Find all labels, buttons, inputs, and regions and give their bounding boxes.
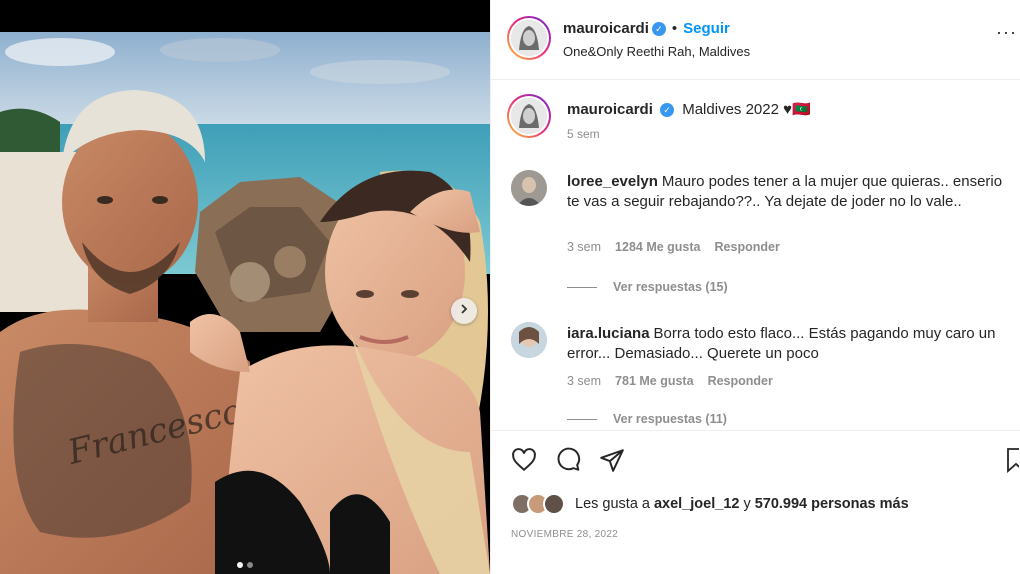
commenter-username[interactable]: iara.luciana — [567, 325, 650, 342]
next-photo-button[interactable] — [451, 298, 477, 324]
post-details-panel: mauroicardi ✓ • Seguir One&Only Reethi R… — [490, 0, 1020, 574]
likes-summary[interactable]: Les gusta a axel_joel_12 y 570.994 perso… — [511, 493, 909, 515]
heart-icon[interactable] — [511, 447, 537, 473]
separator-dot: • — [671, 20, 678, 37]
likes-count[interactable]: 570.994 personas más — [755, 496, 909, 512]
verified-icon: ✓ — [660, 103, 675, 118]
commenter-username[interactable]: loree_evelyn — [567, 173, 658, 190]
view-replies-label: Ver respuestas (11) — [613, 412, 727, 426]
comment-time[interactable]: 3 sem — [567, 374, 601, 388]
post-actions: Les gusta a axel_joel_12 y 570.994 perso… — [491, 430, 1020, 570]
post-date[interactable]: NOVIEMBRE 28, 2022 — [511, 529, 618, 540]
reply-button[interactable]: Responder — [715, 240, 780, 254]
comment-icon[interactable] — [555, 447, 581, 473]
caption-time[interactable]: 5 sem — [567, 127, 600, 141]
view-replies-label: Ver respuestas (15) — [613, 280, 728, 294]
author-avatar[interactable] — [507, 16, 551, 60]
follow-button[interactable]: Seguir — [683, 20, 730, 37]
more-options-icon[interactable]: ··· — [996, 22, 1017, 43]
author-username[interactable]: mauroicardi — [563, 20, 649, 37]
likes-middle: y — [743, 496, 751, 512]
likes-prefix: Les gusta a — [575, 496, 650, 512]
post-media: Francesco — [0, 0, 490, 574]
post-photo[interactable]: Francesco — [0, 32, 490, 574]
caption-text: Maldives 2022 ♥︎🇲🇻 — [682, 101, 811, 118]
likes-user[interactable]: axel_joel_12 — [654, 496, 739, 512]
post-header: mauroicardi ✓ • Seguir One&Only Reethi R… — [491, 0, 1020, 80]
share-icon[interactable] — [599, 447, 625, 473]
verified-icon: ✓ — [651, 21, 666, 36]
carousel-dot — [237, 562, 243, 568]
commenter-avatar[interactable] — [511, 170, 547, 206]
chevron-right-icon — [458, 302, 470, 320]
view-replies-button[interactable]: Ver respuestas (15) — [567, 280, 728, 294]
caption-username[interactable]: mauroicardi — [567, 101, 653, 118]
comment-time[interactable]: 3 sem — [567, 240, 601, 254]
post-location[interactable]: One&Only Reethi Rah, Maldives — [563, 44, 750, 59]
caption-avatar[interactable] — [507, 94, 551, 138]
carousel-dots — [0, 562, 490, 568]
liker-avatars — [511, 493, 565, 515]
avatar — [543, 493, 565, 515]
commenter-avatar[interactable] — [511, 322, 547, 358]
reply-button[interactable]: Responder — [708, 374, 773, 388]
comment-likes[interactable]: 781 Me gusta — [615, 374, 694, 388]
bookmark-icon[interactable] — [1005, 447, 1019, 473]
comment-likes[interactable]: 1284 Me gusta — [615, 240, 700, 254]
carousel-dot — [247, 562, 253, 568]
view-replies-button[interactable]: Ver respuestas (11) — [567, 412, 727, 426]
